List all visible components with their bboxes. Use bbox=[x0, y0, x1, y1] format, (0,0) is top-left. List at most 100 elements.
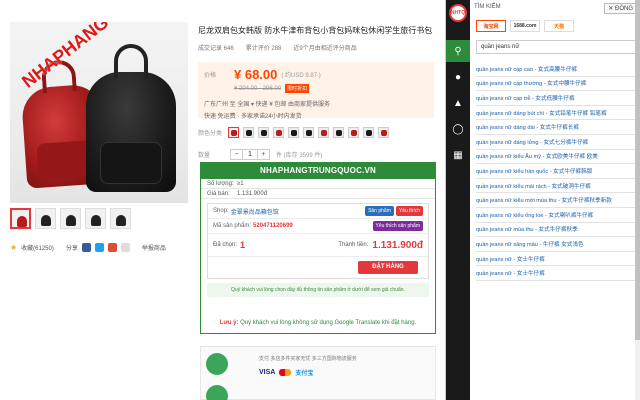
shop-products-button[interactable]: Sản phẩm bbox=[365, 206, 394, 216]
suggestion-list: quần jeans nữ cạp cao - 女式高腰牛仔裤 quần jea… bbox=[476, 62, 636, 281]
shop-favorite-button[interactable]: Yêu thích bbox=[395, 206, 423, 216]
shipping-info: 广东广州 至 全国 ▾ 快递 ¥ 包邮 由商家提供服务 bbox=[204, 102, 331, 108]
suggestion-item[interactable]: quần jeans nữ - 女士牛仔裤 bbox=[476, 266, 636, 281]
suggestion-item[interactable]: quần jeans nữ săng màu - 牛仔裤 女式浅色 bbox=[476, 237, 636, 252]
favorite-product-button[interactable]: Yêu thích sản phẩm bbox=[372, 221, 423, 231]
order-row-quantity: Số lượng: ≥1 bbox=[201, 179, 435, 189]
service-info: 快速 免运费 · 多家承诺24小时内发货 bbox=[204, 114, 302, 120]
thumbnail[interactable] bbox=[85, 208, 106, 229]
payment-text: 支付 多店多件买家无忧 多三方国际物流服务 bbox=[259, 356, 357, 362]
close-icon: ✕ bbox=[608, 6, 614, 12]
color-option[interactable] bbox=[243, 127, 254, 138]
page: NHAPHANGTRUNGQUOC66 ★ 收藏(61250) 分享 举报商品 … bbox=[0, 0, 640, 400]
color-option[interactable] bbox=[348, 127, 359, 138]
chosen-label: Đã chọn: bbox=[213, 242, 238, 248]
color-option[interactable] bbox=[333, 127, 344, 138]
thumbnail[interactable] bbox=[35, 208, 56, 229]
product-title: 尼龙双肩包女韩版 防水牛津布背包小背包妈咪包休闲学生旅行书包 bbox=[198, 26, 433, 35]
minus-button[interactable]: − bbox=[231, 150, 242, 159]
suggestion-item[interactable]: quần jeans nữ kiểu hàn quốc - 女式牛仔裤韩版 bbox=[476, 164, 636, 179]
payment-logos: VISA 支付宝 bbox=[259, 368, 313, 377]
color-option[interactable] bbox=[258, 127, 269, 138]
sidebar-title: TÌM KIẾM bbox=[474, 4, 501, 10]
suggestion-item[interactable]: quần jeans nữ dáng lửng - 女式七分裤牛仔裤 bbox=[476, 135, 636, 150]
suggestion-item[interactable]: quần jeans nữ kiểu mới mùa thu - 女式牛仔裤秋季… bbox=[476, 193, 636, 208]
color-option[interactable] bbox=[228, 127, 239, 138]
tmall-logo[interactable]: 天猫 bbox=[544, 20, 574, 32]
service-icon bbox=[206, 385, 228, 400]
suggestion-item[interactable]: quần jeans nữ - 女士牛仔裤 bbox=[476, 252, 636, 267]
twitter-icon[interactable] bbox=[94, 243, 104, 252]
thumbnail[interactable] bbox=[10, 208, 31, 229]
color-option[interactable] bbox=[378, 127, 389, 138]
total-label: Thành tiền: bbox=[338, 242, 369, 248]
product-main-image[interactable]: NHAPHANGTRUNGQUOC66 bbox=[10, 22, 188, 203]
payment-section: 支付 多店多件买家无忧 多三方国际物流服务 VISA 支付宝 bbox=[200, 346, 436, 400]
shop-name-link[interactable]: 金翠景尚品箱包馆 bbox=[231, 207, 279, 216]
search-icon[interactable]: ⚲ bbox=[446, 40, 470, 62]
share-label: 分享 bbox=[65, 246, 78, 252]
price-box: 价格 ¥ 68.00 ( 约USD 9.87 ) ¥ 204.00 - 296.… bbox=[198, 62, 434, 120]
color-option[interactable] bbox=[363, 127, 374, 138]
scrollbar-thumb[interactable] bbox=[635, 0, 640, 340]
suggestion-item[interactable]: quần jeans nữ kiểu ống loe - 女式喇叭裤牛仔裤 bbox=[476, 208, 636, 223]
old-price: ¥ 204.00 - 296.00 bbox=[234, 85, 282, 92]
warning-text: Quý khách vui lòng không sử dụng Google … bbox=[240, 320, 417, 326]
product-code-label: Mã sản phẩm: bbox=[213, 223, 252, 229]
suggestion-item[interactable]: quần jeans nữ kiểu mài rách - 女式破洞牛仔裤 bbox=[476, 179, 636, 194]
help-icon[interactable]: ◯ bbox=[446, 118, 470, 140]
quantity-label: 数量 bbox=[198, 153, 211, 159]
order-panel: NHAPHANGTRUNGQUOC.VN Số lượng: ≥1 Giá bá… bbox=[200, 162, 436, 334]
google-plus-icon[interactable] bbox=[107, 243, 117, 252]
suggestion-item[interactable]: quần jeans nữ kiểu Âu mỹ - 女式欧美牛仔裤 欧美 bbox=[476, 150, 636, 165]
thumbnail[interactable] bbox=[110, 208, 131, 229]
brand-logo: NHTQ bbox=[449, 4, 467, 22]
color-option[interactable] bbox=[318, 127, 329, 138]
shop-row: Shop: 金翠景尚品箱包馆 Sản phẩm Yêu thích bbox=[208, 204, 428, 219]
product-code-row: Mã sản phẩm: 520471120699 Yêu thích sản … bbox=[208, 219, 428, 234]
plus-button[interactable]: + bbox=[258, 150, 269, 159]
taobao-logo[interactable]: 淘宝网 bbox=[476, 20, 506, 32]
close-button[interactable]: ✕ ĐÓNG bbox=[604, 3, 637, 14]
user-icon[interactable]: ● bbox=[446, 66, 470, 88]
scrollbar-track[interactable] bbox=[635, 0, 640, 400]
suggestion-item[interactable]: quần jeans nữ cạp trễ - 女式低腰牛仔裤 bbox=[476, 91, 636, 106]
favorite-link[interactable]: 收藏(61250) bbox=[21, 243, 54, 252]
suggestion-item[interactable]: quần jeans nữ cạp cao - 女式高腰牛仔裤 bbox=[476, 62, 636, 77]
sales-count: 成交记录 646 bbox=[198, 46, 234, 52]
thumbnail-strip bbox=[10, 208, 131, 229]
suggestion-item[interactable]: quần jeans nữ dáng bút chì - 女式铅笔牛仔裤 铅笔裤 bbox=[476, 106, 636, 121]
report-link[interactable]: 举报商品 bbox=[142, 243, 166, 252]
order-panel-header: NHAPHANGTRUNGQUOC.VN bbox=[201, 163, 435, 179]
thumbnail[interactable] bbox=[60, 208, 81, 229]
cart-icon[interactable]: ▲ bbox=[446, 92, 470, 114]
rating-note: 近9个月由相近评分商品 bbox=[293, 46, 357, 52]
row-label: Giá bán: bbox=[207, 190, 230, 197]
stock-text: 件 (库存 3599 件) bbox=[276, 153, 323, 159]
1688-logo[interactable]: 1688.com bbox=[510, 20, 540, 32]
review-count: 累计评价 288 bbox=[245, 46, 282, 52]
suggestion-item[interactable]: quần jeans nữ cạp thường - 女式中腰牛仔裤 bbox=[476, 77, 636, 92]
facebook-icon[interactable] bbox=[81, 243, 91, 252]
star-icon: ★ bbox=[10, 243, 18, 252]
document-icon[interactable]: ▦ bbox=[446, 144, 470, 166]
place-order-button[interactable]: ĐẶT HÀNG bbox=[358, 261, 418, 274]
sidebar-rail: NHTQ ⚲ ● ▲ ◯ ▦ bbox=[446, 0, 470, 400]
suggestion-item[interactable]: quần jeans nữ dáng dài - 女式牛仔裤长裤 bbox=[476, 120, 636, 135]
quantity-input[interactable]: 1 bbox=[242, 150, 258, 159]
row-label: Số lượng: bbox=[207, 180, 234, 187]
quantity-stepper[interactable]: − 1 + bbox=[230, 149, 270, 160]
color-option[interactable] bbox=[288, 127, 299, 138]
color-option[interactable] bbox=[273, 127, 284, 138]
suggestion-item[interactable]: quần jeans nữ mùa thu - 女式牛仔裤秋季 bbox=[476, 223, 636, 238]
totals-row: Đã chọn: 1 Thành tiền: 1.131.900đ bbox=[208, 234, 428, 256]
search-input[interactable]: quần jeans nữ bbox=[476, 40, 636, 54]
shop-label: Shop: bbox=[213, 208, 229, 214]
color-option[interactable] bbox=[303, 127, 314, 138]
color-selector: 颜色分类 bbox=[198, 127, 389, 138]
quantity-row: 数量 − 1 + 件 (库存 3599 件) bbox=[198, 149, 322, 160]
close-label: ĐÓNG bbox=[615, 6, 633, 12]
product-code-value: 520471120699 bbox=[253, 223, 293, 229]
share-more-icon[interactable] bbox=[120, 243, 130, 252]
alipay-logo: 支付宝 bbox=[295, 371, 314, 377]
